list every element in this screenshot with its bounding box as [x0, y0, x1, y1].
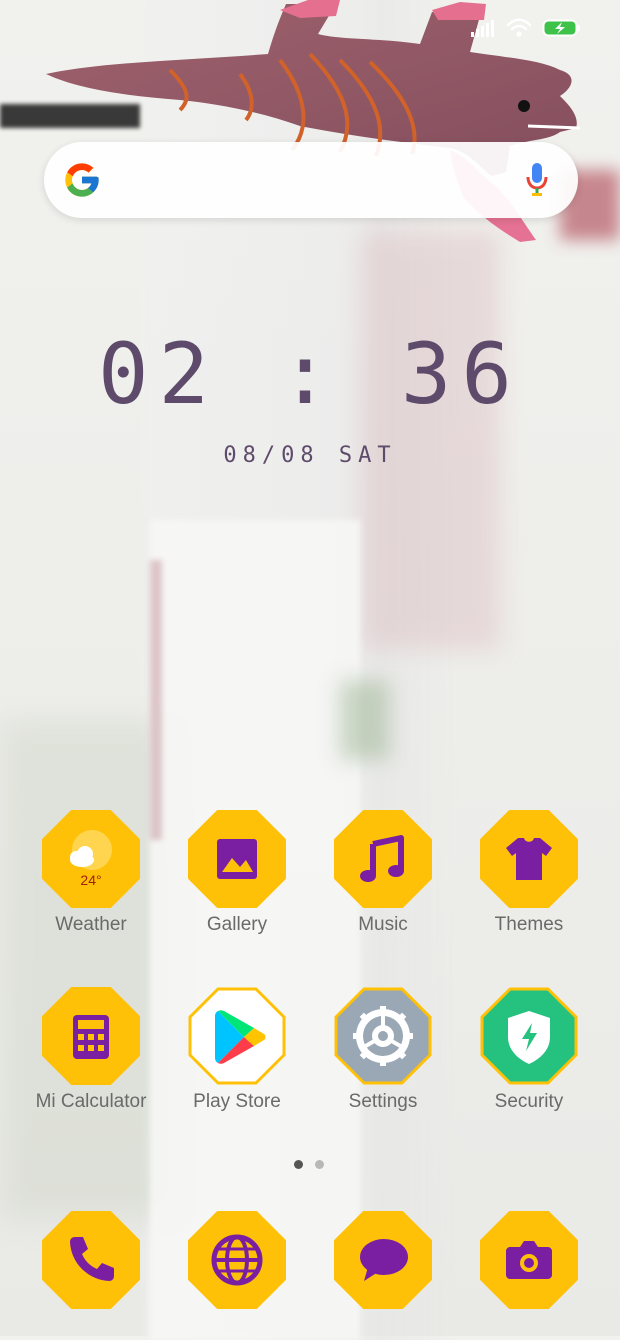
dock-phone[interactable] [18, 1211, 164, 1309]
app-themes[interactable]: Themes [456, 810, 602, 936]
wallpaper-blur [0, 720, 180, 1220]
app-label: Play Store [193, 1091, 281, 1112]
weather-icon [70, 830, 112, 870]
wallpaper-blur [360, 230, 500, 650]
dock-browser[interactable] [164, 1211, 310, 1309]
play-store-icon [215, 1010, 266, 1064]
tshirt-icon [506, 838, 552, 880]
message-icon [360, 1239, 408, 1281]
app-label: Weather [55, 914, 127, 935]
signal-icon [471, 20, 494, 37]
globe-icon [211, 1234, 263, 1286]
app-settings[interactable]: Settings [310, 987, 456, 1113]
page-dot-active[interactable] [294, 1160, 303, 1169]
app-label: Themes [494, 914, 564, 935]
app-gallery[interactable]: Gallery [164, 810, 310, 936]
app-security[interactable]: Security [456, 987, 602, 1113]
gallery-icon [217, 839, 257, 879]
app-label: Mi Calculator [35, 1091, 147, 1112]
app-play-store[interactable]: Play Store [164, 987, 310, 1113]
battery-charging-icon [542, 19, 580, 37]
dock-messages[interactable] [310, 1211, 456, 1309]
gear-icon [353, 1006, 413, 1066]
calculator-icon [73, 1015, 109, 1059]
camera-icon [506, 1241, 552, 1279]
app-weather[interactable]: 24° Weather [18, 810, 164, 936]
app-music[interactable]: Music [310, 810, 456, 936]
weather-temperature: 24° [80, 872, 102, 888]
app-label: Gallery [206, 914, 268, 935]
shield-icon [508, 1011, 550, 1064]
music-icon [360, 835, 404, 882]
wifi-icon [506, 18, 532, 37]
clock-time[interactable]: 02 : 36 [0, 325, 620, 423]
clock-date[interactable]: 08/08 SAT [0, 443, 620, 468]
microphone-icon[interactable] [526, 162, 548, 198]
app-label: Music [358, 914, 408, 935]
app-label: Settings [348, 1091, 418, 1112]
app-label: Security [494, 1091, 564, 1112]
google-g-icon [65, 163, 99, 197]
wallpaper-blur [150, 560, 162, 840]
page-dot[interactable] [315, 1160, 324, 1169]
page-indicator[interactable] [294, 1160, 324, 1169]
dock-camera[interactable] [456, 1211, 602, 1309]
wallpaper-blur [340, 680, 390, 760]
app-mi-calculator[interactable]: Mi Calculator [18, 987, 164, 1113]
status-bar [470, 16, 582, 40]
google-search-bar[interactable] [44, 142, 578, 218]
phone-icon [70, 1237, 114, 1281]
